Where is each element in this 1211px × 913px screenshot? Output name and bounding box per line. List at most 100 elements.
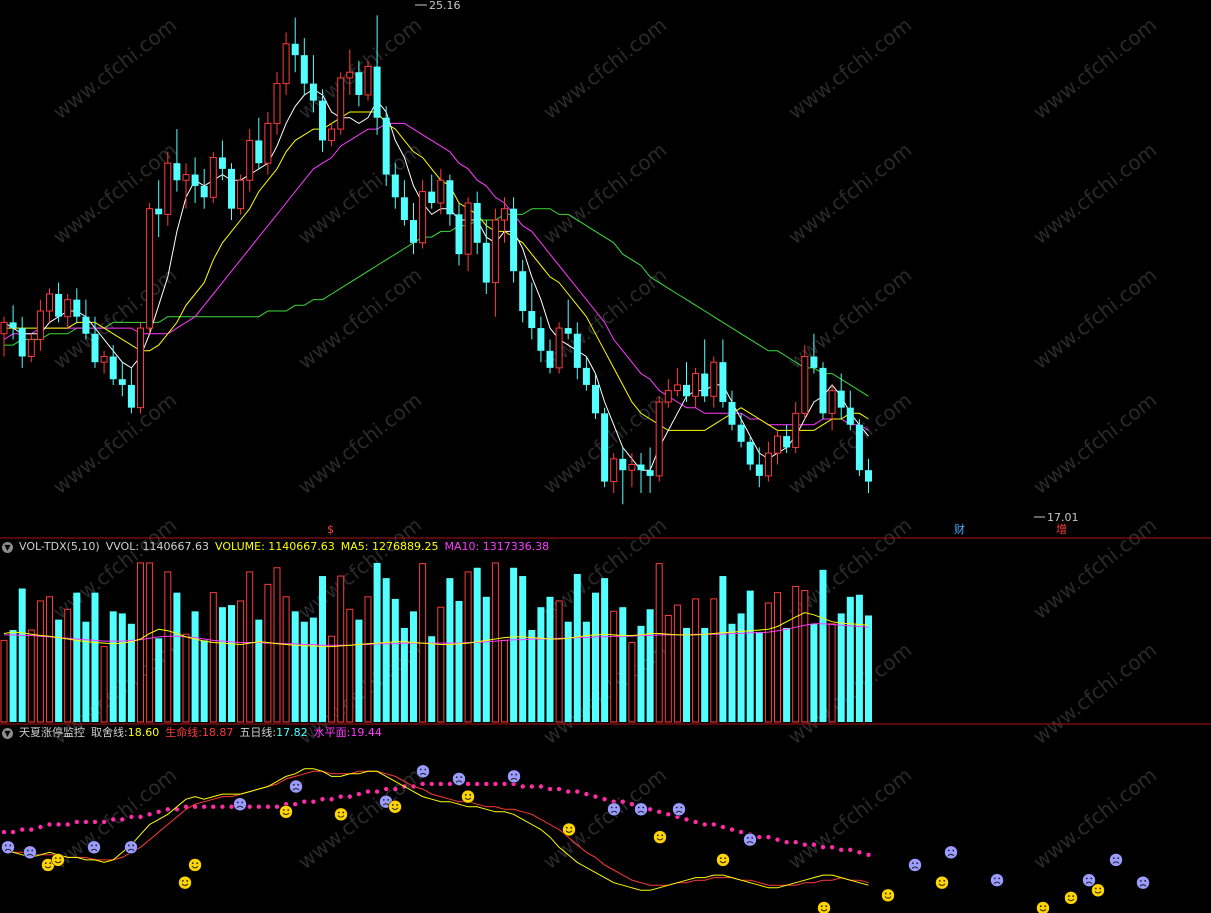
candle-body — [73, 299, 81, 317]
candle-body — [155, 208, 163, 215]
candle-body — [337, 77, 345, 130]
icon-eye — [419, 768, 422, 771]
candle-body — [428, 191, 436, 203]
candle-body — [82, 316, 90, 334]
shuiping-dot — [529, 784, 534, 789]
volume-bar — [446, 578, 454, 722]
shuiping-dot — [566, 789, 571, 794]
icon-eye — [241, 801, 244, 804]
icon-eye — [287, 809, 290, 811]
volume-bar — [683, 627, 690, 722]
shuiping-dot — [693, 819, 698, 825]
icon-eye — [292, 783, 295, 786]
candle-body — [273, 83, 281, 124]
shuiping-dot — [729, 827, 735, 832]
shuiping-dot — [338, 794, 343, 799]
volume-bar — [846, 596, 854, 722]
shuiping-dot — [10, 829, 16, 835]
stock-chart[interactable]: www.cfchi.com www.cfchi.com www.cfchi.com w… — [0, 0, 1211, 913]
volume-indicator-name[interactable]: VOL-TDX(5,10) — [19, 540, 100, 553]
shuiping-dot — [738, 829, 744, 835]
collapse-icon[interactable]: ▼ — [2, 727, 13, 739]
shengming-label: 生命线: — [165, 726, 202, 739]
icon-eye — [1117, 857, 1120, 860]
icon-eye — [181, 879, 184, 882]
icon-eye — [719, 857, 722, 860]
volume-bar — [528, 630, 536, 722]
candle-body — [701, 373, 709, 397]
event-marker-finance[interactable]: 财 — [954, 522, 965, 536]
shuiping-dot — [65, 822, 70, 827]
event-marker-dividend[interactable]: $ — [327, 523, 334, 536]
candle-body — [491, 219, 499, 284]
candle-body — [764, 452, 772, 477]
icon-face — [452, 772, 466, 786]
volume-bar — [319, 576, 326, 722]
volume-bar — [91, 592, 99, 722]
volume-bar — [218, 607, 226, 722]
candle-body — [464, 202, 472, 255]
indicator-name[interactable]: 天夏涨停监控 — [19, 726, 85, 739]
collapse-icon[interactable]: ▼ — [2, 541, 13, 553]
icon-face — [178, 875, 192, 890]
candle-body — [564, 328, 572, 334]
shuiping-dot — [493, 781, 498, 787]
volume-bar — [701, 627, 709, 722]
shuiping-dot — [20, 827, 25, 832]
shuiping-dot — [438, 781, 443, 787]
icon-eye — [391, 804, 394, 806]
icon-face — [507, 769, 521, 784]
volume-bar — [255, 619, 263, 722]
icon-eye — [382, 798, 385, 801]
shuiping-dot — [47, 822, 52, 827]
candle-body — [746, 441, 754, 465]
frown-icon — [743, 832, 757, 847]
volume-bar — [637, 625, 645, 722]
icon-eye — [455, 776, 458, 779]
candle-body — [546, 350, 554, 368]
smile-icon — [562, 822, 576, 837]
icon-face — [1136, 875, 1150, 890]
shuiping-dot — [256, 804, 261, 809]
shuiping-dot — [138, 814, 143, 820]
icon-eye — [59, 857, 62, 860]
shuiping-dot — [775, 837, 780, 842]
icon-eye — [469, 793, 472, 796]
candle-body — [819, 367, 827, 414]
event-marker-increase[interactable]: 增 — [1056, 522, 1067, 536]
volume-bar — [100, 646, 108, 723]
shuiping-dot — [329, 796, 334, 802]
shuiping-dot — [684, 817, 689, 822]
shuiping-dot — [757, 834, 762, 840]
candle-body — [783, 436, 791, 448]
candle-body — [291, 43, 299, 56]
shuiping-dot — [274, 804, 280, 809]
volume-bar — [264, 583, 272, 723]
volume-bar — [564, 621, 572, 722]
volume-bar — [646, 609, 654, 722]
icon-eye — [656, 834, 659, 837]
smile-icon — [461, 789, 475, 804]
frown-icon — [507, 769, 521, 784]
frown-icon — [87, 840, 101, 854]
icon-eye — [615, 806, 618, 809]
candle-body — [255, 140, 263, 164]
shuiping-dot — [839, 847, 844, 852]
candle-body — [582, 367, 590, 385]
candle-body — [100, 355, 108, 363]
shuiping-dot — [393, 786, 398, 792]
volume-bar — [337, 575, 345, 723]
shuiping-label: 水平面: — [313, 726, 351, 739]
icon-eye — [49, 862, 52, 865]
candle-body — [300, 55, 308, 84]
candle-body — [118, 379, 126, 385]
shuiping-dot — [475, 781, 480, 787]
shuiping-dot — [520, 784, 525, 789]
icon-eye — [90, 844, 93, 847]
icon-face — [990, 873, 1004, 887]
shuiping-dot — [538, 784, 544, 789]
volume-ma10-value: MA10: 1317336.38 — [444, 540, 550, 553]
icon-face — [279, 805, 293, 819]
volume-bar — [828, 623, 836, 723]
icon-eye — [510, 773, 513, 776]
